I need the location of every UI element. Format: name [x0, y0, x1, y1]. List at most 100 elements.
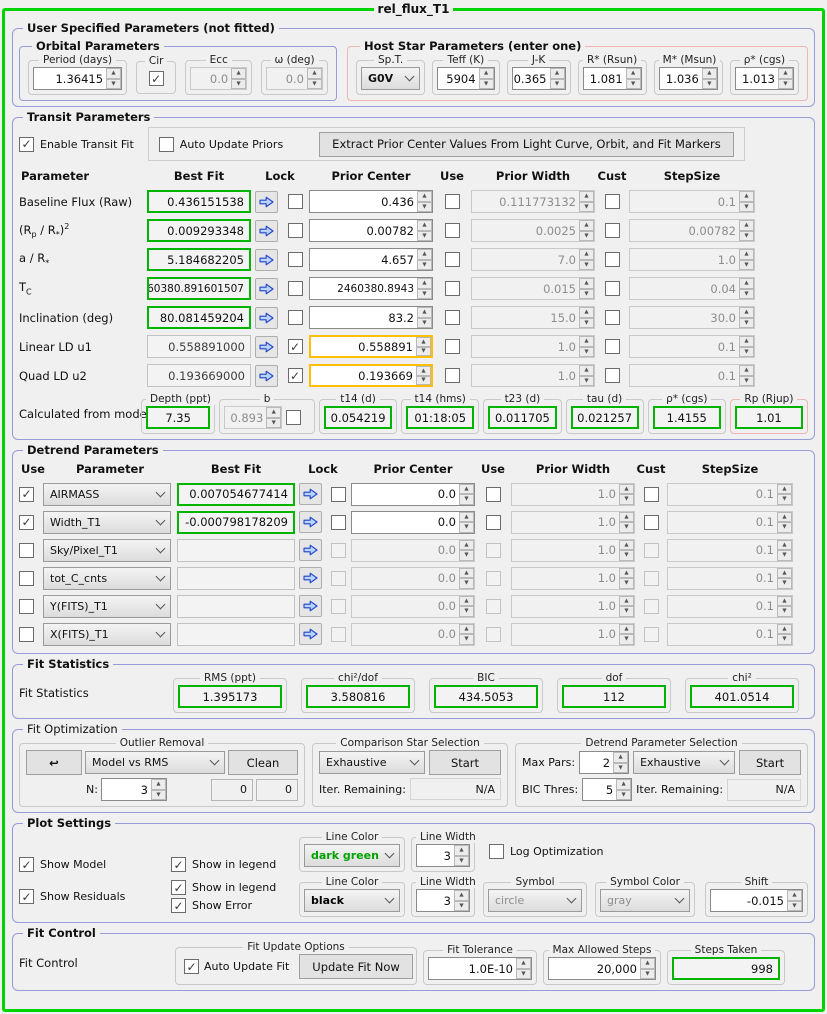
- b-input[interactable]: 0.893: [224, 406, 283, 429]
- max-pars-input[interactable]: 2: [579, 751, 630, 774]
- use-detrend-checkbox[interactable]: [19, 626, 34, 642]
- spinner-buttons[interactable]: [739, 249, 754, 270]
- prior-center-value[interactable]: 0.436: [310, 191, 417, 212]
- spin-up-icon[interactable]: [579, 220, 594, 231]
- model-line-width-value[interactable]: 3: [417, 845, 454, 866]
- step-size-input[interactable]: 0.1: [667, 510, 793, 534]
- prior-center-value[interactable]: 4.657: [310, 249, 417, 270]
- step-size-input[interactable]: 0.00782: [629, 219, 755, 242]
- shift-input[interactable]: -0.015: [710, 889, 803, 912]
- spin-up-icon[interactable]: [739, 336, 754, 347]
- rstar-value[interactable]: 1.081: [584, 68, 626, 89]
- copy-to-prior-button[interactable]: [254, 190, 278, 213]
- prior-width-input[interactable]: 1.0: [511, 482, 635, 506]
- spin-down-icon[interactable]: [417, 317, 432, 328]
- use-prior-checkbox[interactable]: [485, 626, 501, 642]
- prior-width-value[interactable]: 1.0: [512, 512, 619, 533]
- spin-down-icon[interactable]: [459, 550, 474, 561]
- copy-to-prior-button[interactable]: [298, 539, 322, 561]
- show-residuals-checkbox[interactable]: ✓: [19, 889, 34, 904]
- prior-width-value[interactable]: 0.0025: [472, 220, 579, 241]
- copy-to-prior-button[interactable]: [298, 623, 322, 645]
- spin-up-icon[interactable]: [417, 191, 432, 202]
- spin-down-icon[interactable]: [739, 288, 754, 299]
- cust-stepsize-checkbox[interactable]: [643, 486, 659, 502]
- step-size-input[interactable]: 0.1: [629, 335, 755, 358]
- spin-down-icon[interactable]: [640, 968, 655, 979]
- spin-down-icon[interactable]: [613, 762, 629, 773]
- spin-down-icon[interactable]: [579, 317, 594, 328]
- spinner-buttons[interactable]: [416, 337, 431, 356]
- spin-up-icon[interactable]: [579, 191, 594, 202]
- spin-down-icon[interactable]: [739, 346, 754, 357]
- spin-down-icon[interactable]: [777, 634, 792, 645]
- spin-down-icon[interactable]: [619, 606, 634, 617]
- step-size-input[interactable]: 0.04: [629, 277, 755, 300]
- prior-center-value[interactable]: 0.0: [352, 596, 459, 617]
- spin-up-icon[interactable]: [613, 752, 629, 763]
- spin-up-icon[interactable]: [579, 307, 594, 318]
- prior-width-input[interactable]: 1.0: [471, 364, 595, 387]
- spin-up-icon[interactable]: [454, 845, 469, 856]
- spinner-buttons[interactable]: [640, 958, 655, 979]
- spinner-buttons[interactable]: [739, 307, 754, 328]
- teff-value[interactable]: 5904: [438, 68, 478, 89]
- undo-clean-button[interactable]: ↩: [26, 750, 82, 775]
- period-value[interactable]: 1.36415: [34, 68, 106, 89]
- prior-center-value[interactable]: 2460380.8943: [310, 278, 417, 299]
- prior-width-input[interactable]: 1.0: [511, 594, 635, 618]
- spinner-buttons[interactable]: [579, 365, 594, 386]
- spin-up-icon[interactable]: [454, 890, 469, 901]
- detrend-sel-start-button[interactable]: Start: [739, 750, 801, 775]
- max-pars-value[interactable]: 2: [580, 752, 613, 773]
- spin-down-icon[interactable]: [266, 417, 282, 428]
- cust-stepsize-checkbox[interactable]: [643, 542, 659, 558]
- step-size-value[interactable]: 0.1: [630, 336, 739, 357]
- spin-down-icon[interactable]: [307, 78, 322, 89]
- use-prior-checkbox[interactable]: [444, 368, 460, 383]
- use-prior-checkbox[interactable]: [444, 252, 460, 267]
- prior-width-input[interactable]: 1.0: [511, 566, 635, 590]
- spin-down-icon[interactable]: [701, 78, 717, 89]
- spin-down-icon[interactable]: [777, 78, 793, 89]
- use-detrend-checkbox[interactable]: [19, 570, 34, 586]
- detrend-param-dropdown[interactable]: Sky/Pixel_T1: [43, 538, 171, 562]
- spin-down-icon[interactable]: [619, 522, 634, 533]
- max-allowed-steps-value[interactable]: 20,000: [549, 958, 640, 979]
- show-in-legend-checkbox[interactable]: ✓: [171, 857, 186, 872]
- detrend-sel-mode-dropdown[interactable]: Exhaustive: [633, 751, 736, 774]
- prior-center-value[interactable]: 0.0: [352, 540, 459, 561]
- spinner-buttons[interactable]: [701, 68, 717, 89]
- spinner-buttons[interactable]: [459, 539, 474, 561]
- cust-stepsize-checkbox[interactable]: [604, 310, 620, 325]
- update-fit-now-button[interactable]: Update Fit Now: [299, 954, 413, 979]
- spin-down-icon[interactable]: [619, 634, 634, 645]
- spinner-buttons[interactable]: [619, 483, 634, 505]
- spinner-buttons[interactable]: [454, 845, 469, 866]
- spin-up-icon[interactable]: [787, 890, 802, 901]
- spin-down-icon[interactable]: [739, 201, 754, 212]
- rstar-input[interactable]: 1.081: [582, 67, 642, 90]
- spinner-buttons[interactable]: [619, 595, 634, 617]
- spin-down-icon[interactable]: [619, 550, 634, 561]
- spin-down-icon[interactable]: [454, 900, 469, 911]
- model-line-color-dropdown[interactable]: dark green: [304, 844, 400, 867]
- cust-stepsize-checkbox[interactable]: [604, 223, 620, 238]
- prior-center-input[interactable]: 0.00782: [309, 219, 433, 242]
- cust-stepsize-checkbox[interactable]: [604, 252, 620, 267]
- spin-down-icon[interactable]: [579, 375, 594, 386]
- prior-width-input[interactable]: 7.0: [471, 248, 595, 271]
- prior-width-value[interactable]: 7.0: [472, 249, 579, 270]
- spinner-buttons[interactable]: [777, 539, 792, 561]
- cust-stepsize-checkbox[interactable]: [643, 598, 659, 614]
- detrend-param-dropdown[interactable]: Width_T1: [43, 510, 171, 534]
- spin-up-icon[interactable]: [459, 595, 474, 606]
- model-line-width-input[interactable]: 3: [416, 844, 470, 867]
- spinner-buttons[interactable]: [777, 483, 792, 505]
- auto-update-fit[interactable]: ✓ Auto Update Fit: [184, 959, 289, 974]
- show-in-legend-checkbox[interactable]: ✓: [171, 880, 186, 895]
- spinner-buttons[interactable]: [777, 623, 792, 645]
- prior-center-input[interactable]: 0.0: [351, 594, 475, 618]
- spin-up-icon[interactable]: [619, 595, 634, 606]
- spin-up-icon[interactable]: [417, 249, 432, 260]
